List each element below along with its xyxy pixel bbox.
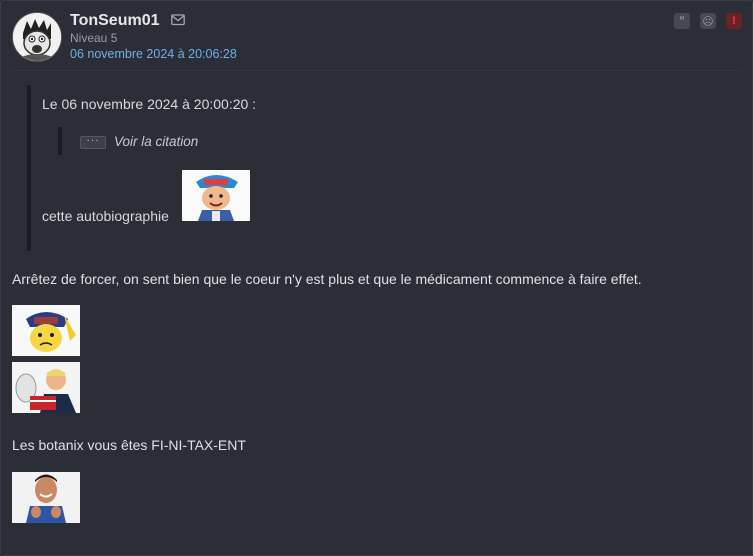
user-level: Niveau 5 <box>70 31 118 45</box>
post-text-line: Les botanix vous êtes FI-NI-TAX-ENT <box>12 437 246 453</box>
author-name[interactable]: TonSeum01 <box>70 12 160 30</box>
view-quote-link[interactable]: Voir la citation <box>114 134 198 149</box>
ignore-icon[interactable]: ☹ <box>700 13 716 29</box>
user-avatar[interactable] <box>12 12 62 62</box>
quote-text: cette autobiographie <box>42 208 169 224</box>
post-text-line: Arrêtez de forcer, on sent bien que le c… <box>12 271 642 287</box>
mail-icon[interactable] <box>171 14 185 26</box>
sticker-image[interactable] <box>12 305 80 356</box>
forum-post: TonSeum01 Niveau 5 06 novembre 2024 à 20… <box>0 0 753 556</box>
quote-header: Le 06 novembre 2024 à 20:00:20 : <box>42 96 257 112</box>
header-separator <box>11 70 741 71</box>
sticker-image[interactable] <box>12 362 80 413</box>
expand-quote-button[interactable]: ··· <box>80 136 106 149</box>
quote-bar <box>27 85 31 251</box>
sticker-image[interactable] <box>182 170 250 221</box>
sticker-image[interactable] <box>12 472 80 523</box>
post-date-link[interactable]: 06 novembre 2024 à 20:06:28 <box>70 47 237 61</box>
nested-quote-bar <box>58 127 62 155</box>
quote-icon[interactable]: ” <box>674 13 690 29</box>
report-icon[interactable]: ! <box>726 13 742 29</box>
